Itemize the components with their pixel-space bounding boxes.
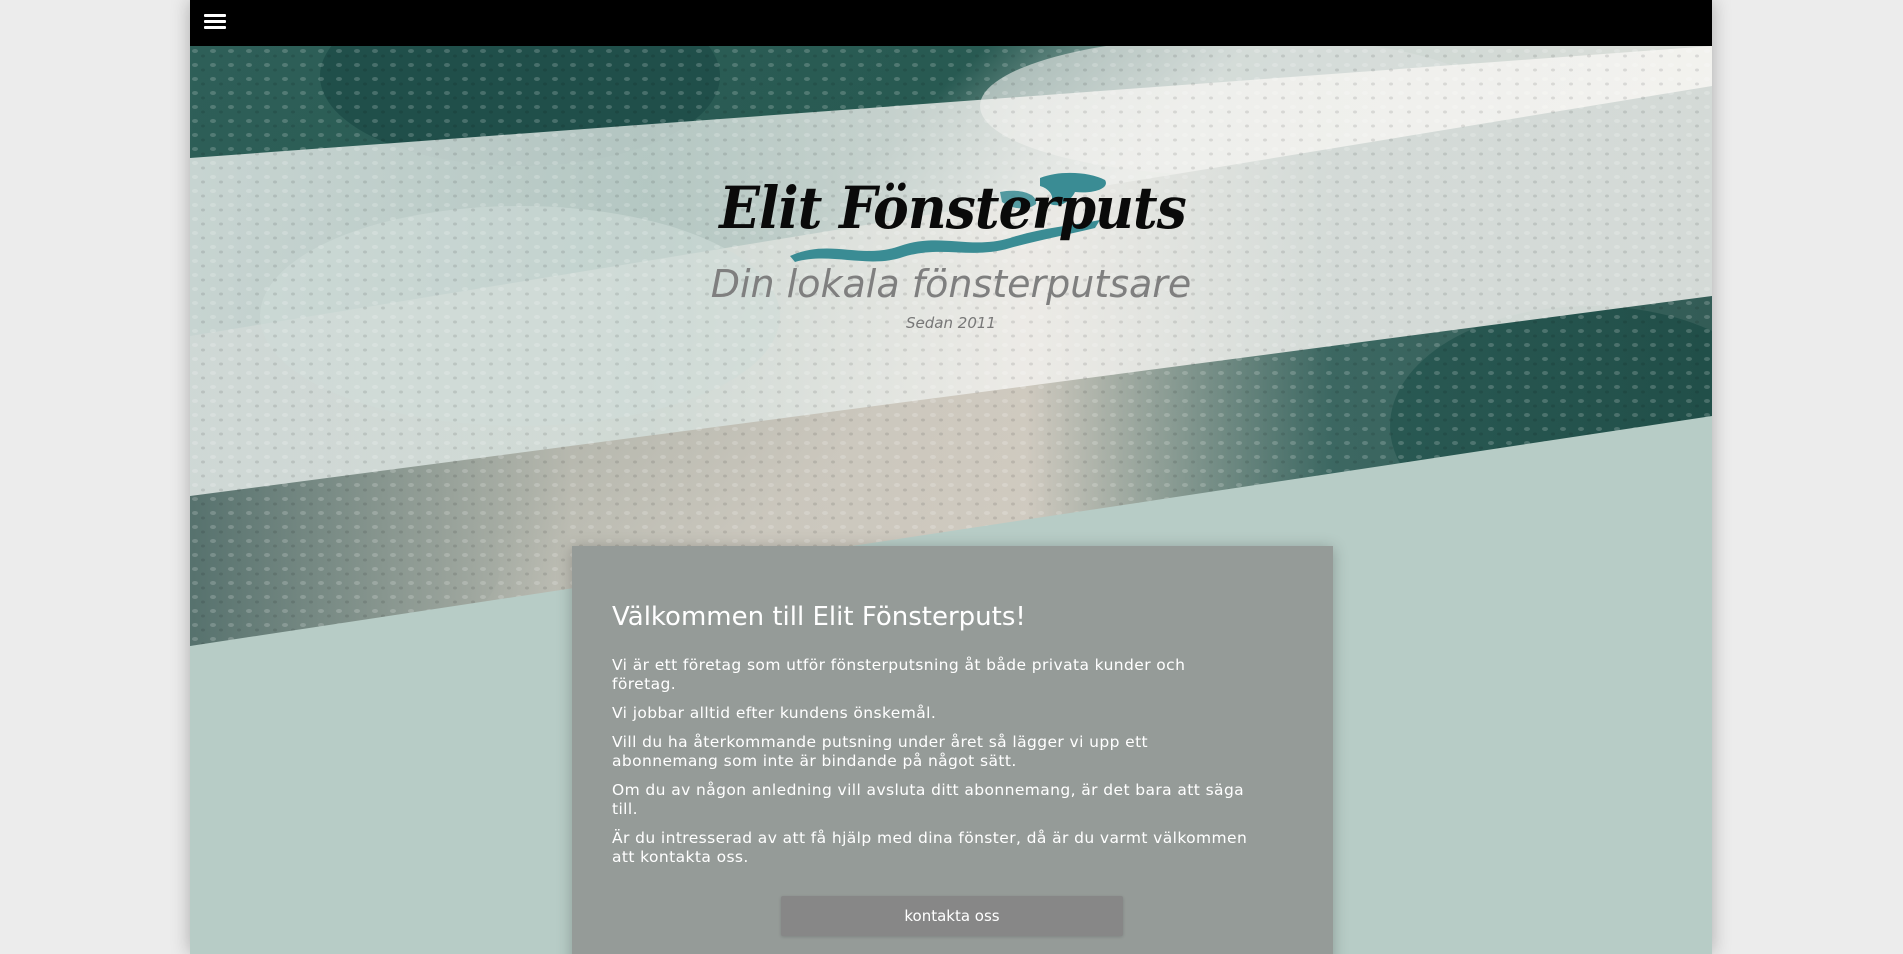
welcome-paragraph: Vill du ha återkommande putsning under å…	[612, 733, 1149, 770]
welcome-paragraph: Vi är ett företag som utför fönsterputsn…	[612, 656, 1186, 693]
hamburger-menu-icon[interactable]	[204, 12, 228, 32]
welcome-card: Välkommen till Elit Fönsterputs! Vi är e…	[572, 546, 1333, 954]
welcome-paragraph: Om du av någon anledning vill avsluta di…	[612, 781, 1245, 818]
welcome-title: Välkommen till Elit Fönsterputs!	[612, 602, 1026, 632]
top-navigation-bar	[190, 0, 1712, 46]
logo-text: Elit Fönsterputs	[719, 174, 1188, 242]
hero-tagline: Din lokala fönsterputsare	[710, 262, 1192, 306]
contact-us-button[interactable]: kontakta oss	[781, 896, 1123, 936]
hero-since-text: Sedan 2011	[906, 314, 996, 332]
welcome-paragraph: Vi jobbar alltid efter kundens önskemål.	[612, 704, 937, 722]
page: Elit Fönsterputs Din lokala fönsterputsa…	[190, 0, 1712, 954]
welcome-paragraph: Är du intresserad av att få hjälp med di…	[612, 829, 1248, 866]
welcome-text: Vi är ett företag som utför fönsterputsn…	[612, 656, 1252, 877]
site-logo[interactable]: Elit Fönsterputs	[190, 168, 1712, 268]
